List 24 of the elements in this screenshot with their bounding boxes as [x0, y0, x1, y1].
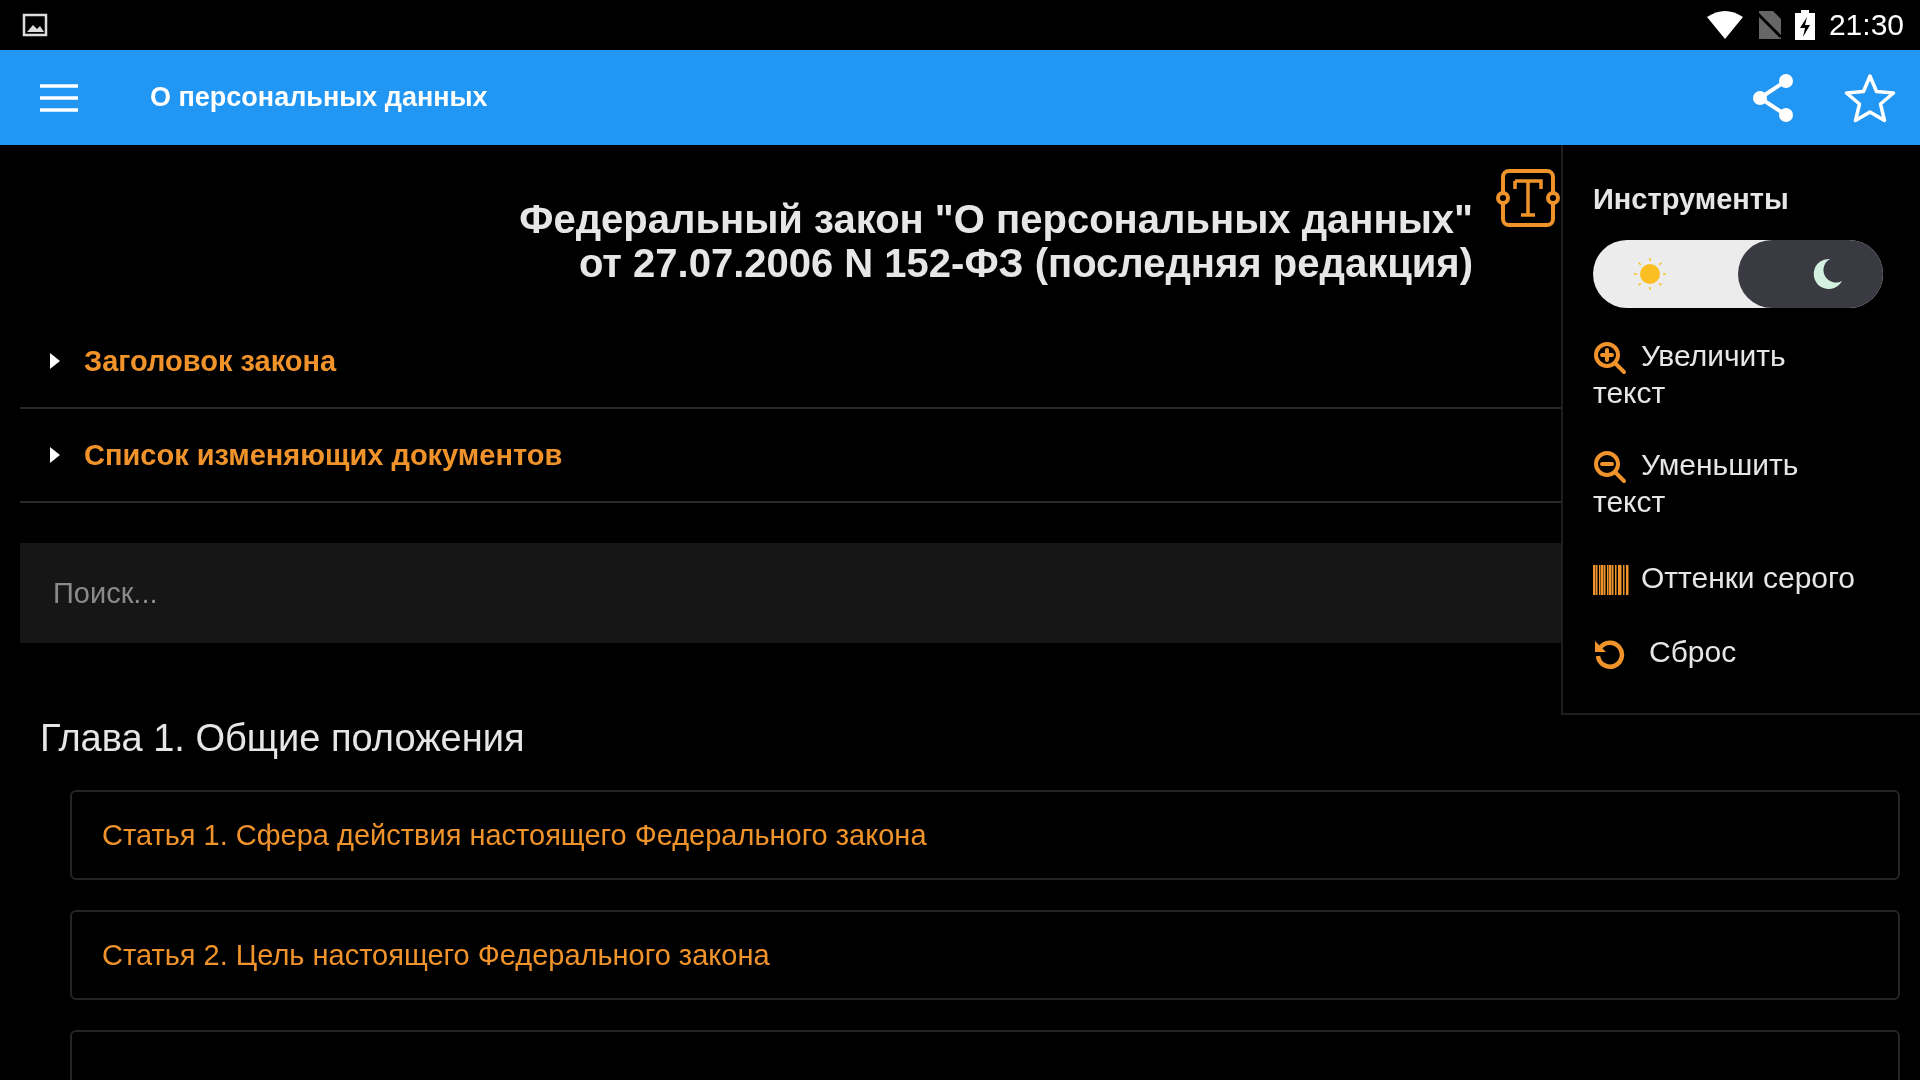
no-sim-icon	[1756, 11, 1781, 39]
tool-item[interactable]: Уменьшить текст	[1593, 447, 1859, 521]
search-field[interactable]: Поиск...	[20, 543, 1561, 643]
caret-icon	[48, 445, 62, 465]
caret-icon	[48, 351, 62, 371]
barcode-icon	[1593, 565, 1629, 596]
article-link[interactable]: Статья 1. Сфера действия настоящего Федерального закона	[70, 790, 1900, 880]
tool-item[interactable]: Оттенки серого	[1593, 560, 1859, 597]
tools-title: Инструменты	[1593, 183, 1790, 216]
zoom-out-icon	[1593, 450, 1627, 485]
tool-item[interactable]: Увеличить текст	[1593, 338, 1859, 412]
zoom-in-icon	[1593, 341, 1627, 376]
reset-icon	[1593, 638, 1625, 671]
battery-icon	[1794, 10, 1815, 40]
app-title: О персональных данных	[150, 82, 489, 113]
document-title: Федеральный закон "О персональных данных" от 27.07.2006 N 152-ФЗ (последняя редакция)	[519, 197, 1473, 285]
section-toggle[interactable]: Список изменяющих документов	[20, 409, 1561, 503]
section-toggle[interactable]: Заголовок закона	[20, 315, 1561, 409]
tool-item[interactable]: Сброс	[1593, 634, 1859, 671]
image-icon	[22, 13, 48, 37]
article-link[interactable]: Статья 2. Цель настоящего Федерального закона	[70, 910, 1900, 1000]
chapter-title: Глава 1. Общие положения	[40, 717, 526, 760]
wifi-icon	[1706, 11, 1743, 39]
status-time: 21:30	[1828, 8, 1904, 42]
